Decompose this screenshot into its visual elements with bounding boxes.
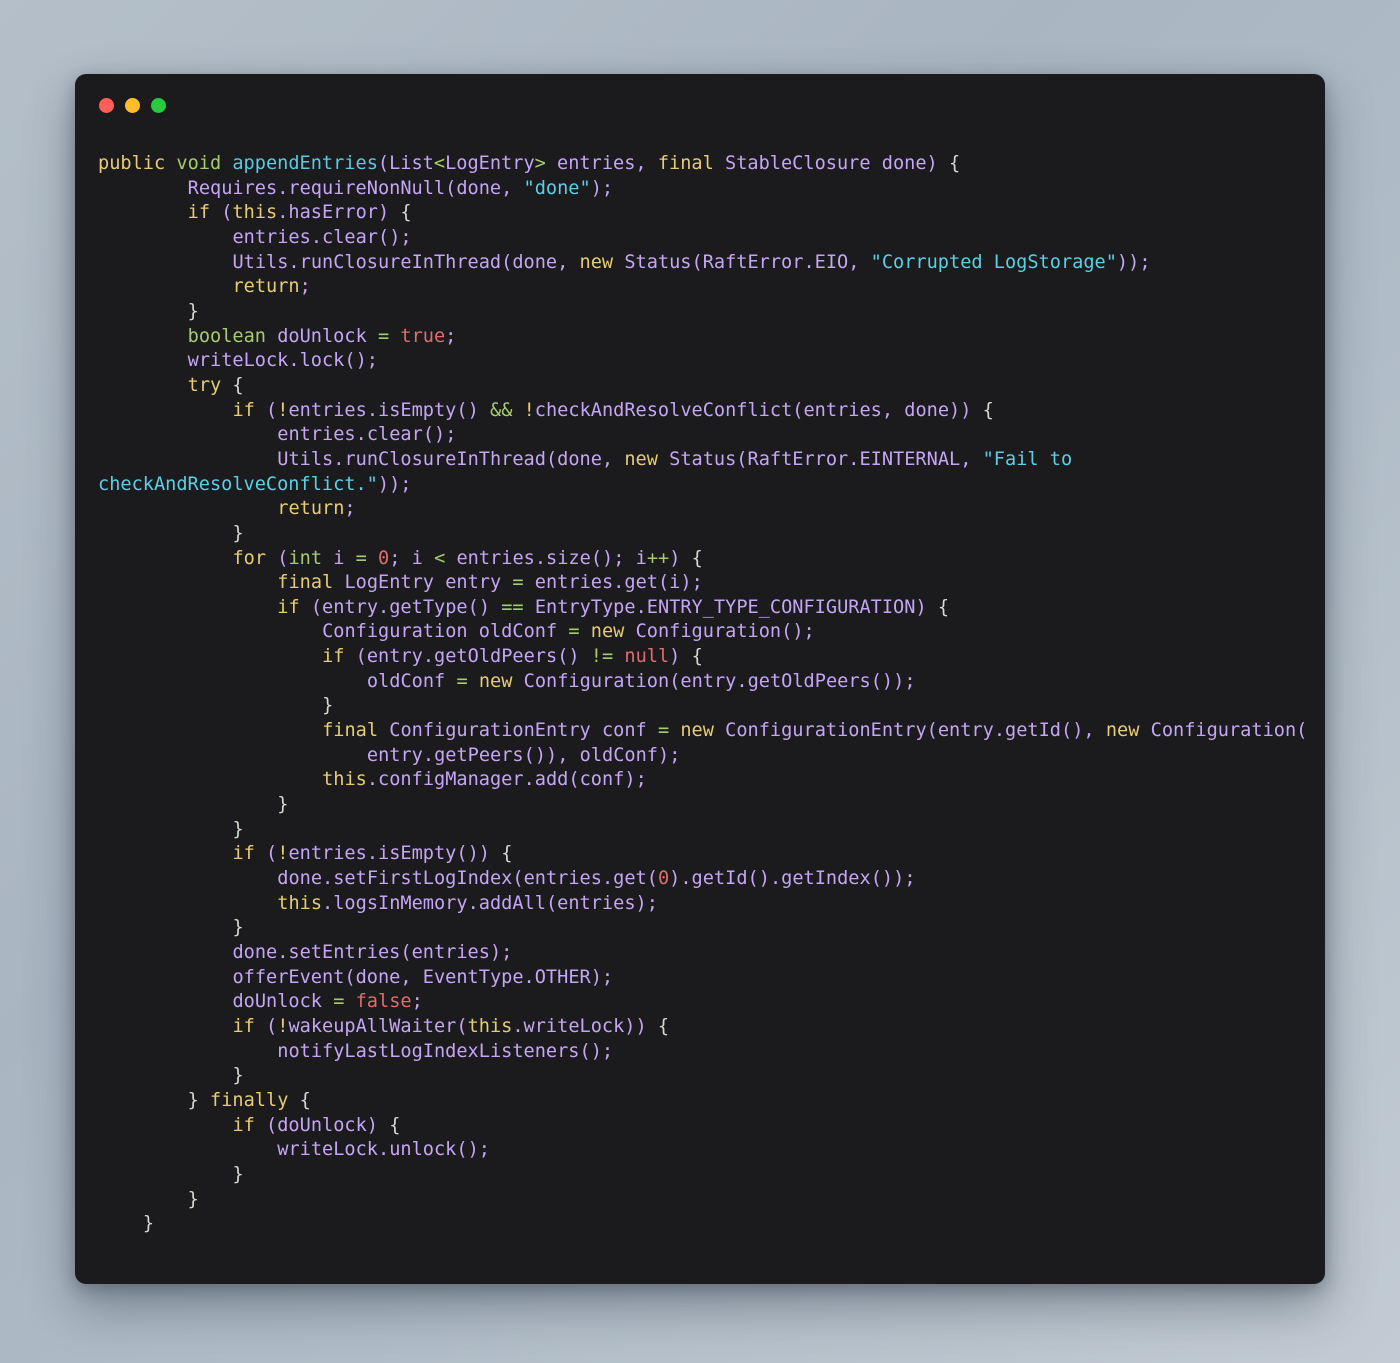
screenshot-stage: public void appendEntries(List<LogEntry>… bbox=[0, 0, 1400, 1363]
code-content-area: public void appendEntries(List<LogEntry>… bbox=[75, 136, 1325, 1284]
close-button-dot[interactable] bbox=[99, 97, 114, 113]
minimize-button-dot[interactable] bbox=[125, 97, 140, 113]
window-titlebar bbox=[75, 74, 1325, 136]
source-code-block: public void appendEntries(List<LogEntry>… bbox=[98, 153, 1308, 1235]
maximize-button-dot[interactable] bbox=[151, 97, 166, 113]
code-snippet-window: public void appendEntries(List<LogEntry>… bbox=[75, 74, 1325, 1284]
traffic-light-group bbox=[99, 97, 166, 113]
